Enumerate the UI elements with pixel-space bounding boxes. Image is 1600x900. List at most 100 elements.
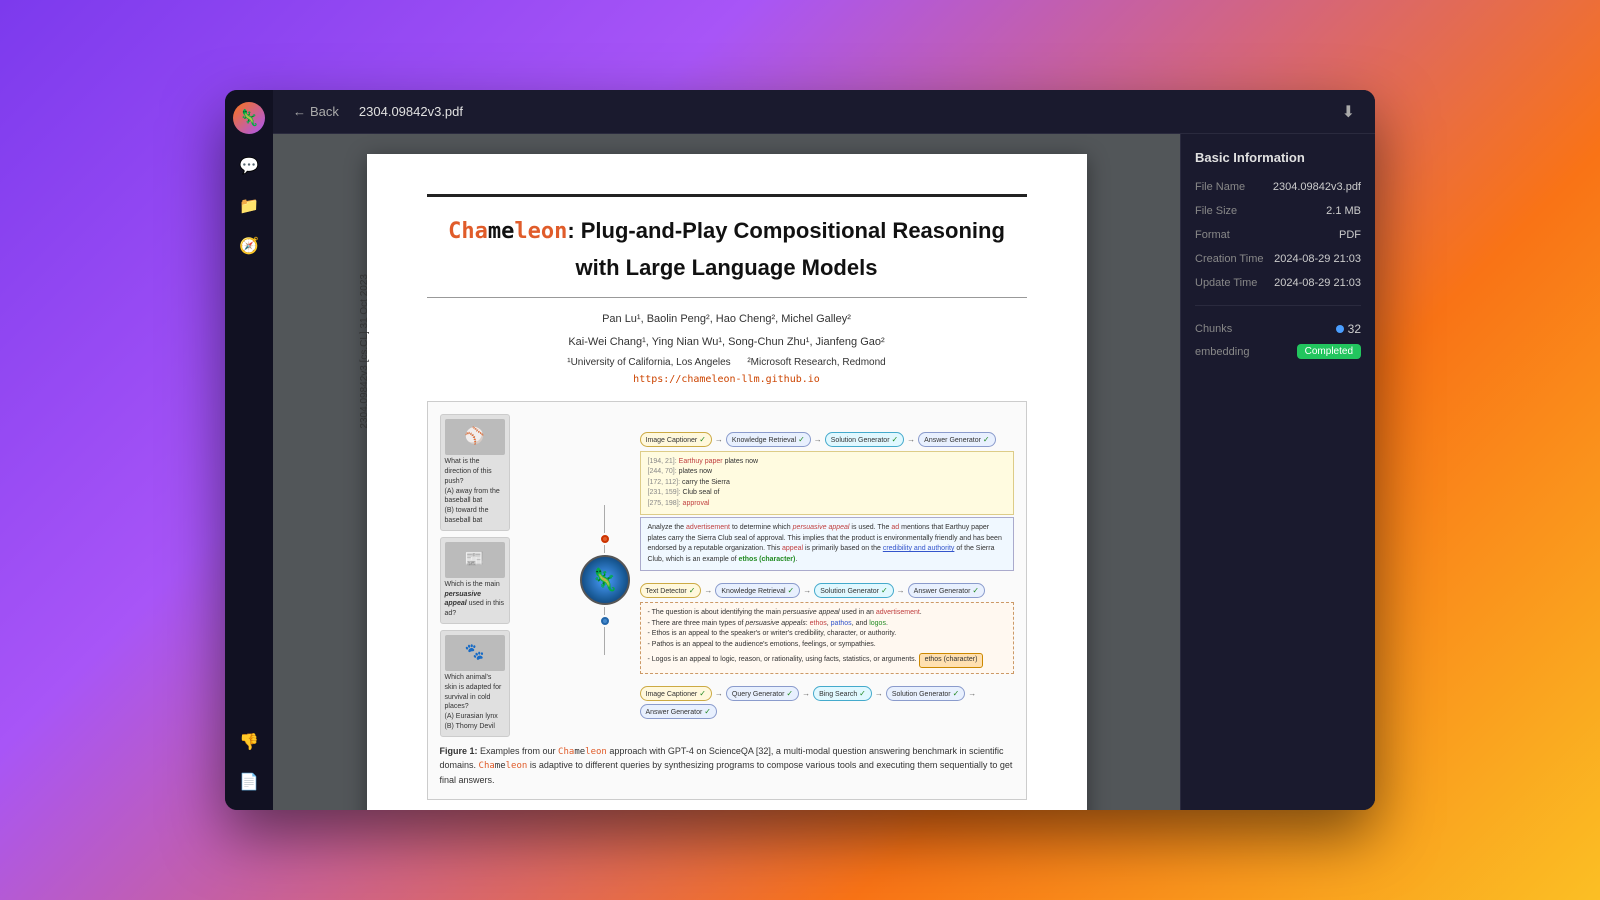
connector-line-3 (604, 607, 605, 615)
pipe-arrow-2c: → (897, 586, 905, 595)
sidebar-item-folder[interactable]: 📁 (233, 190, 265, 222)
avatar[interactable]: 🦎 (233, 102, 265, 134)
pipe-query-gen: Query Generator ✓ (726, 686, 799, 701)
chameleon-globe: 🦎 (580, 555, 630, 605)
embedding-badge: Completed (1297, 344, 1361, 359)
avatar-emoji: 🦎 (239, 108, 259, 128)
info-label-update: Update Time (1195, 277, 1257, 289)
info-value-filesize: 2.1 MB (1326, 205, 1361, 217)
pdf-page: 2304.09842v3 [cs.CL] 31 Oct 2023 Chamele… (367, 154, 1087, 810)
chunks-row: Chunks 32 (1195, 322, 1361, 336)
pipe-text-detector: Text Detector ✓ (640, 583, 702, 598)
info-label-filesize: File Size (1195, 205, 1237, 217)
figure-card-2: 📰 Which is the main persuasive appeal us… (440, 537, 510, 624)
pipe-arrow-3b: → (802, 689, 810, 698)
info-row-format: Format PDF (1195, 229, 1361, 241)
pdf-figure-1: ⚾ What is the direction of this push?(A)… (427, 401, 1027, 800)
pipe-arrow-1a: → (715, 435, 723, 444)
figure-card-1: ⚾ What is the direction of this push?(A)… (440, 414, 510, 531)
pdf-title: Chameleon: Plug-and-Play Compositional R… (427, 217, 1027, 247)
back-arrow-icon: ← (293, 104, 306, 119)
pdf-viewer[interactable]: 2304.09842v3 [cs.CL] 31 Oct 2023 Chamele… (273, 134, 1180, 810)
figure-card-3: 🐾 Which animal's skin is adapted for sur… (440, 630, 510, 737)
info-value-creation: 2024-08-29 21:03 (1274, 253, 1361, 265)
connector-dot-2 (601, 617, 609, 625)
compass-icon: 🧭 (239, 236, 259, 256)
feedback-icon: 👎 (239, 732, 259, 752)
sidebar-item-feedback[interactable]: 👎 (233, 726, 265, 758)
pdf-authors-2: Kai-Wei Chang¹, Ying Nian Wu¹, Song-Chun… (427, 333, 1027, 353)
chunks-dot (1336, 325, 1344, 333)
app-window: 🦎 💬 📁 🧭 👎 📄 ← Back 2304.09 (225, 90, 1375, 810)
pipe-arrow-1b: → (814, 435, 822, 444)
info-panel: Basic Information File Name 2304.09842v3… (1180, 134, 1375, 810)
pipeline-3-modules: Image Captioner ✓ → Query Generator ✓ → … (640, 686, 1014, 719)
pipeline-3: Image Captioner ✓ → Query Generator ✓ → … (640, 682, 1014, 723)
figure-questions: ⚾ What is the direction of this push?(A)… (440, 414, 570, 737)
pipeline-2-modules: Text Detector ✓ → Knowledge Retrieval ✓ … (640, 583, 1014, 598)
folder-icon: 📁 (239, 196, 259, 216)
chunks-label: Chunks (1195, 323, 1232, 335)
pdf-side-label: 2304.09842v3 [cs.CL] 31 Oct 2023 (359, 274, 370, 429)
pipe-arrow-2a: → (704, 586, 712, 595)
main-content: ← Back 2304.09842v3.pdf ⬇ 2304.09842v3 [… (273, 90, 1375, 810)
pipe-solution-gen-2: Solution Generator ✓ (814, 583, 893, 598)
figure-row-1: ⚾ What is the direction of this push?(A)… (440, 414, 1014, 737)
pdf-area: 2304.09842v3 [cs.CL] 31 Oct 2023 Chamele… (273, 134, 1375, 810)
pipe-answer-gen-1: Answer Generator ✓ (918, 432, 995, 447)
chunks-number: 32 (1348, 322, 1361, 336)
sidebar-item-chat[interactable]: 💬 (233, 150, 265, 182)
sidebar: 🦎 💬 📁 🧭 👎 📄 (225, 90, 273, 810)
pipe-image-captioner-3: Image Captioner ✓ (640, 686, 712, 701)
back-label: Back (310, 104, 339, 119)
back-button[interactable]: ← Back (285, 100, 347, 123)
info-row-filename: File Name 2304.09842v3.pdf (1195, 181, 1361, 193)
info-label-creation: Creation Time (1195, 253, 1263, 265)
pdf-top-line (427, 194, 1027, 197)
pipe-solution-gen-3: Solution Generator ✓ (886, 686, 965, 701)
pipe-arrow-3a: → (715, 689, 723, 698)
download-button[interactable]: ⬇ (1334, 98, 1363, 126)
pdf-divider-top (427, 297, 1027, 298)
info-value-format: PDF (1339, 229, 1361, 241)
chameleon-title-text: Chameleon (448, 219, 567, 244)
pipeline-1: Image Captioner ✓ → Knowledge Retrieval … (640, 428, 1014, 572)
pipe-image-captioner-1: Image Captioner ✓ (640, 432, 712, 447)
sidebar-item-pages[interactable]: 📄 (233, 766, 265, 798)
info-row-filesize: File Size 2.1 MB (1195, 205, 1361, 217)
embedding-row: embedding Completed (1195, 344, 1361, 359)
sidebar-bottom: 👎 📄 (233, 726, 265, 798)
chat-icon: 💬 (239, 156, 259, 176)
info-divider (1195, 305, 1361, 306)
info-panel-title: Basic Information (1195, 150, 1361, 165)
pdf-link[interactable]: https://chameleon-llm.github.io (427, 374, 1027, 385)
pipe-knowledge-retrieval-2: Knowledge Retrieval ✓ (715, 583, 800, 598)
figure-connectors: 🦎 (580, 414, 630, 737)
figure-caption: Figure 1: Examples from our Chameleon ap… (440, 745, 1014, 788)
info-value-filename: 2304.09842v3.pdf (1273, 181, 1361, 193)
pipeline-1-modules: Image Captioner ✓ → Knowledge Retrieval … (640, 432, 1014, 447)
info-label-format: Format (1195, 229, 1230, 241)
file-title: 2304.09842v3.pdf (359, 104, 463, 119)
pipe-bing-search: Bing Search ✓ (813, 686, 872, 701)
pages-icon: 📄 (239, 772, 259, 792)
info-label-filename: File Name (1195, 181, 1245, 193)
figure-img-3: 🐾 (445, 635, 505, 671)
connector-line-4 (604, 627, 605, 655)
figure-img-1: ⚾ (445, 419, 505, 455)
pdf-subtitle: with Large Language Models (427, 255, 1027, 281)
connector-line-2 (604, 545, 605, 553)
pipe-knowledge-retrieval-1: Knowledge Retrieval ✓ (726, 432, 811, 447)
pipe-arrow-3c: → (875, 689, 883, 698)
connector-dot-1 (601, 535, 609, 543)
sidebar-item-compass[interactable]: 🧭 (233, 230, 265, 262)
info-value-update: 2024-08-29 21:03 (1274, 277, 1361, 289)
pipeline-2: Text Detector ✓ → Knowledge Retrieval ✓ … (640, 579, 1014, 674)
result-box-2: - The question is about identifying the … (640, 602, 1014, 674)
connector-line-1 (604, 505, 605, 533)
pdf-affiliation: ¹University of California, Los Angeles ²… (427, 357, 1027, 368)
figure-pipelines: Image Captioner ✓ → Knowledge Retrieval … (640, 414, 1014, 737)
result-box-1: [194, 21]: Earthuy paper plates now [244… (640, 451, 1014, 516)
info-row-creation: Creation Time 2024-08-29 21:03 (1195, 253, 1361, 265)
download-icon: ⬇ (1342, 104, 1355, 121)
